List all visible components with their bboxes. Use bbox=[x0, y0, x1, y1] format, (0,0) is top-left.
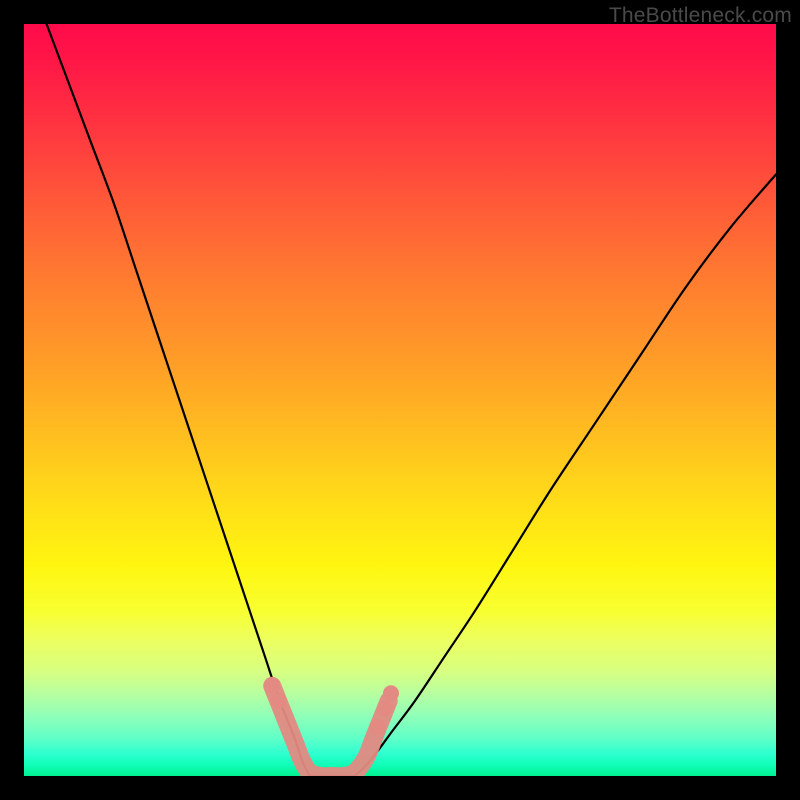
marker-dot bbox=[369, 719, 385, 735]
bottleneck-curve bbox=[47, 24, 776, 776]
marker-dot bbox=[383, 685, 399, 701]
plot-area bbox=[24, 24, 776, 776]
marker-dot bbox=[270, 693, 286, 709]
marker-dot bbox=[377, 700, 393, 716]
chart-frame: TheBottleneck.com bbox=[0, 0, 800, 800]
curve-layer bbox=[24, 24, 776, 776]
watermark-text: TheBottleneck.com bbox=[609, 4, 792, 28]
marker-dot bbox=[264, 678, 280, 694]
